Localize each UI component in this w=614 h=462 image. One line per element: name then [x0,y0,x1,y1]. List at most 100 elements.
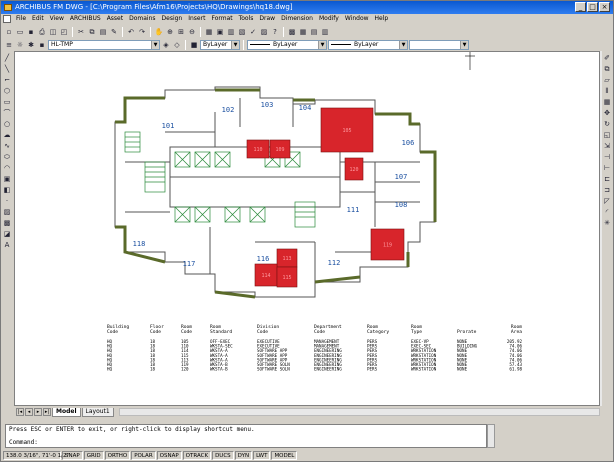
menu-file[interactable]: File [13,14,29,24]
help-icon[interactable]: ? [270,27,280,37]
menu-help[interactable]: Help [372,14,392,24]
point-icon[interactable]: · [2,196,12,206]
extend-icon[interactable]: ⊢ [602,163,612,173]
close-button[interactable]: × [599,2,610,12]
fillet-icon[interactable]: ◜ [602,207,612,217]
circle-icon[interactable]: ○ [2,119,12,129]
model-toggle[interactable]: MODEL [271,451,298,460]
layer-combo[interactable]: HL-TMP ▼ [48,39,160,50]
chevron-down-icon[interactable]: ▼ [460,40,468,49]
publish-icon[interactable]: ◰ [59,27,69,37]
archibus-tool1-icon[interactable]: ▩ [287,27,297,37]
otrack-toggle[interactable]: OTRACK [182,451,212,460]
scale-icon[interactable]: ◱ [602,130,612,140]
menu-design[interactable]: Design [159,14,186,24]
zoom-window-icon[interactable]: ⊞ [176,27,186,37]
make-block-icon[interactable]: ◧ [2,185,12,195]
ellipse-arc-icon[interactable]: ◠ [2,163,12,173]
command-window[interactable]: Press ESC or ENTER to exit, or right-cli… [5,424,487,448]
menu-dimension[interactable]: Dimension [278,14,316,24]
open-icon[interactable]: ▭ [15,27,25,37]
zoom-realtime-icon[interactable]: ⊕ [165,27,175,37]
match-properties-icon[interactable]: ✎ [109,27,119,37]
preview-icon[interactable]: ◫ [48,27,58,37]
menu-domains[interactable]: Domains [126,14,158,24]
floor-plan[interactable]: 101 102 103 104 105 106 107 108 109 110 111 112 113 1… [15,52,600,406]
tool-palettes-icon[interactable]: ▥ [226,27,236,37]
polar-toggle[interactable]: POLAR [131,451,156,460]
maximize-button[interactable]: □ [587,2,598,12]
chevron-down-icon[interactable]: ▼ [151,40,159,49]
menu-edit[interactable]: Edit [29,14,47,24]
chamfer-icon[interactable]: ◸ [602,196,612,206]
text-icon[interactable]: A [2,240,12,250]
ducs-toggle[interactable]: DUCS [212,451,234,460]
menu-archibus[interactable]: ARCHIBUS [67,14,104,24]
copy-icon[interactable]: ⧉ [87,27,97,37]
revcloud-icon[interactable]: ☁ [2,130,12,140]
explode-icon[interactable]: ✳ [602,218,612,228]
line-icon[interactable]: ╱ [2,53,12,63]
grid-toggle[interactable]: GRID [83,451,104,460]
menu-view[interactable]: View [47,14,67,24]
next-tab-icon[interactable]: ▸ [34,408,42,416]
rectangle-icon[interactable]: ▭ [2,97,12,107]
mirror-icon[interactable]: ⏥ [602,75,612,85]
array-icon[interactable]: ▦ [602,97,612,107]
polygon-icon[interactable]: ⬡ [2,86,12,96]
join-icon[interactable]: ⊐ [602,185,612,195]
archibus-tool3-icon[interactable]: ▤ [309,27,319,37]
drawing-canvas[interactable]: 101 102 103 104 105 106 107 108 109 110 111 112 113 1… [14,51,600,406]
insert-block-icon[interactable]: ▣ [2,174,12,184]
archibus-tool4-icon[interactable]: ▥ [320,27,330,37]
dyn-toggle[interactable]: DYN [234,451,253,460]
region-icon[interactable]: ◪ [2,229,12,239]
sun-icon[interactable]: ✱ [26,40,36,50]
minimize-button[interactable]: _ [575,2,586,12]
hatch-icon[interactable]: ▨ [2,207,12,217]
spline-icon[interactable]: ∿ [2,141,12,151]
pan-icon[interactable]: ✋ [154,27,164,37]
paste-icon[interactable]: ▤ [98,27,108,37]
offset-icon[interactable]: ⫴ [602,86,612,96]
menu-draw[interactable]: Draw [256,14,278,24]
new-icon[interactable]: ▫ [4,27,14,37]
last-tab-icon[interactable]: ▸| [43,408,51,416]
copy-object-icon[interactable]: ⧉ [602,64,612,74]
ortho-toggle[interactable]: ORTHO [104,451,131,460]
vertical-scrollbar[interactable] [600,51,602,406]
lock-icon[interactable]: ▪ [37,40,47,50]
lineweight-combo[interactable]: ByLayer ▼ [328,39,408,50]
layer-manager-icon[interactable]: ≡ [4,40,14,50]
ellipse-icon[interactable]: ⬭ [2,152,12,162]
break-icon[interactable]: ⊏ [602,174,612,184]
menu-window[interactable]: Window [342,14,372,24]
command-scrollbar[interactable] [487,424,495,448]
tab-layout1[interactable]: Layout1 [81,407,114,417]
chevron-down-icon[interactable]: ▼ [399,40,407,49]
linetype-combo[interactable]: ByLayer ▼ [247,39,327,50]
prev-tab-icon[interactable]: ◂ [25,408,33,416]
construction-line-icon[interactable]: ╲ [2,64,12,74]
color-combo[interactable]: ByLayer ▼ [200,39,240,50]
move-icon[interactable]: ✥ [602,108,612,118]
print-icon[interactable]: ⎙ [37,27,47,37]
menu-modify[interactable]: Modify [316,14,342,24]
save-icon[interactable]: ▪ [26,27,36,37]
design-center-icon[interactable]: ▣ [215,27,225,37]
chevron-down-icon[interactable]: ▼ [318,40,326,49]
stretch-icon[interactable]: ⇲ [602,141,612,151]
markup-icon[interactable]: ✓ [248,27,258,37]
menu-format[interactable]: Format [208,14,235,24]
undo-icon[interactable]: ↶ [126,27,136,37]
arc-icon[interactable]: ⌒ [2,108,12,118]
menu-tools[interactable]: Tools [236,14,257,24]
layer-previous-icon[interactable]: ◇ [172,40,182,50]
redo-icon[interactable]: ↷ [137,27,147,37]
lwt-toggle[interactable]: LWT [253,451,271,460]
tab-model[interactable]: Model [52,407,81,417]
gradient-icon[interactable]: ▩ [2,218,12,228]
osnap-toggle[interactable]: OSNAP [156,451,182,460]
make-current-layer-icon[interactable]: ◈ [161,40,171,50]
plotstyle-combo[interactable]: ▼ [409,39,469,50]
